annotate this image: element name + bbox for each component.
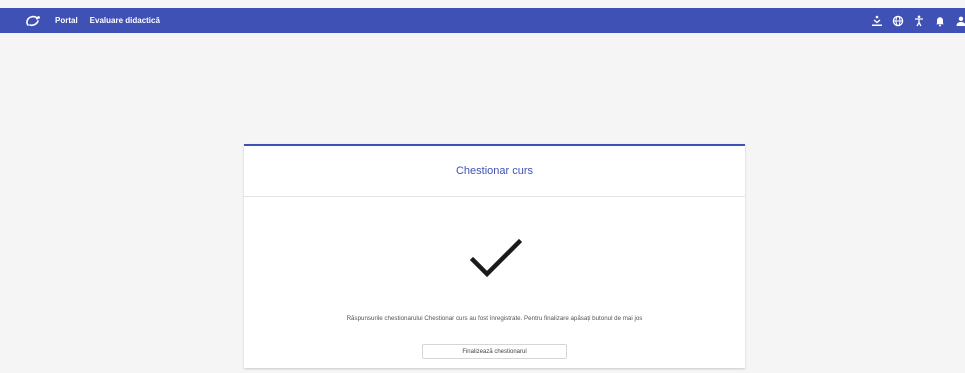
user-icon[interactable] [955,15,965,27]
accessibility-person-icon[interactable] [913,15,925,27]
confirmation-message: Răspunsurile chestionarului Chestionar c… [346,315,643,322]
card-header: Chestionar curs [244,146,745,197]
top-navigation-bar: Portal Evaluare didactică [0,8,965,33]
questionnaire-card: Chestionar curs Răspunsurile chestionaru… [244,144,745,368]
accessibility-download-icon[interactable] [871,15,883,27]
card-title: Chestionar curs [455,165,534,177]
top-right-icons [871,8,965,33]
finish-questionnaire-button[interactable]: Finalizează chestionarul [422,344,567,359]
portal-logo-icon[interactable] [25,14,41,28]
nav-link-evaluare-didactica[interactable]: Evaluare didactică [90,16,160,25]
globe-icon[interactable] [892,15,904,27]
checkmark-icon [470,238,522,278]
nav-link-portal[interactable]: Portal [55,16,78,25]
bell-icon[interactable] [934,15,946,27]
